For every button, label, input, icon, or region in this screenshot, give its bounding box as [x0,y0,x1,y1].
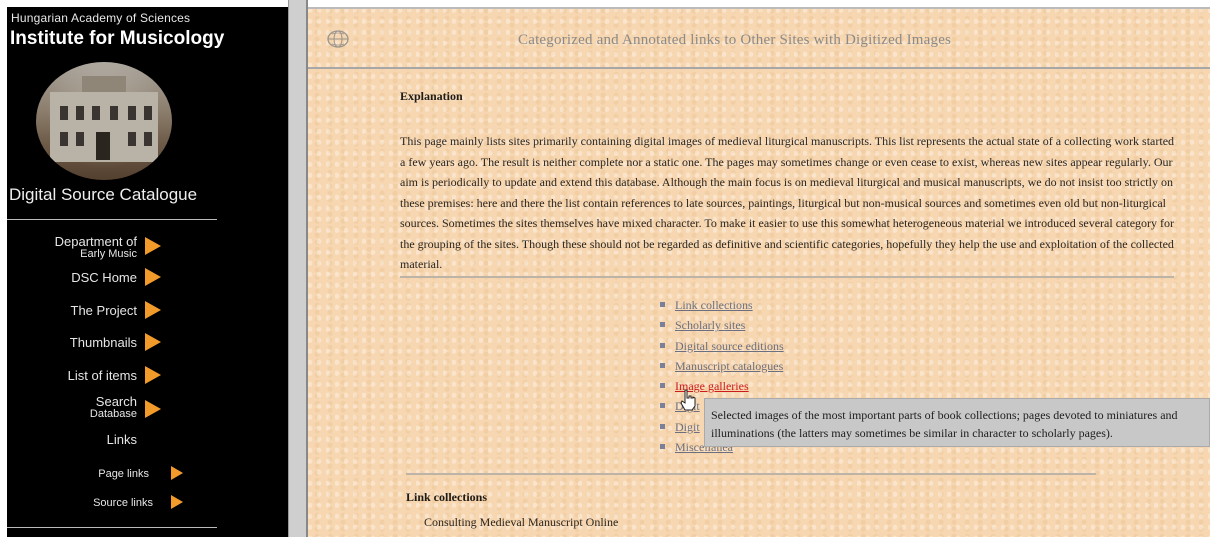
category-link-collections[interactable]: Link collections [675,298,753,312]
arrow-right-icon[interactable] [145,400,161,418]
square-bullet-icon [660,342,665,348]
nav-label: Search [95,394,137,409]
page-title: Categorized and Annotated links to Other… [518,32,952,48]
catalogue-title: Digital Source Catalogue [9,185,198,204]
nav-thumbnails-link[interactable]: Thumbnails [7,336,137,349]
sidebar-divider [7,219,217,220]
institute-building-image [36,62,172,180]
nav-project-link[interactable]: The Project [7,304,137,317]
arrow-right-icon[interactable] [171,466,183,480]
nav-links-current: Links [106,432,137,447]
link-collections-heading: Link collections [406,490,488,504]
nav-search-database-link[interactable]: Search Database [7,394,137,420]
arrow-right-icon[interactable] [171,495,183,509]
list-item: Link collections [660,296,784,316]
academy-name: Hungarian Academy of Sciences [11,11,191,25]
nav-page-links-link[interactable]: Page links [7,468,149,480]
link-collections-item[interactable]: Consulting Medieval Manuscript Online [424,515,618,530]
arrow-right-icon[interactable] [145,237,161,255]
list-item: Digital source editions [660,337,784,357]
category-digit-2[interactable]: Digit [675,420,700,434]
square-bullet-icon [660,383,665,389]
square-bullet-icon [660,423,665,429]
category-scholarly-sites[interactable]: Scholarly sites [675,318,745,332]
sidebar: Hungarian Academy of Sciences Institute … [7,7,288,537]
list-item: Scholarly sites [660,316,784,336]
nav-label: Department of [54,234,137,249]
arrow-right-icon[interactable] [145,333,161,351]
globe-icon [327,30,349,48]
square-bullet-icon [660,322,665,328]
square-bullet-icon [660,444,665,450]
nav-source-links-link[interactable]: Source links [7,497,153,509]
frame-separator[interactable] [288,0,308,537]
institute-name: Institute for Musicology [10,28,225,49]
nav-dsc-home-link[interactable]: DSC Home [7,271,137,284]
square-bullet-icon [660,302,665,307]
hand-cursor-icon [680,389,696,411]
explanation-text: This page mainly lists sites primarily c… [400,134,1175,271]
arrow-right-icon[interactable] [145,366,161,384]
category-manuscript-catalogues[interactable]: Manuscript catalogues [675,359,783,373]
nav-label: Database [89,408,137,420]
main-content: Categorized and Annotated links to Other… [308,7,1210,537]
arrow-right-icon[interactable] [145,301,161,319]
sidebar-divider [7,527,217,528]
explanation-heading: Explanation [400,89,463,103]
section-divider [406,473,1096,475]
category-digital-source-editions[interactable]: Digital source editions [675,339,784,353]
section-divider [400,276,1174,278]
tooltip: Selected images of the most important pa… [704,398,1210,447]
arrow-right-icon[interactable] [145,268,161,286]
top-rule [308,7,1210,9]
square-bullet-icon [660,403,665,409]
square-bullet-icon [660,362,665,368]
header-rule [308,67,1210,69]
nav-department-link[interactable]: Department of Early Music [7,234,137,260]
nav-label: Early Music [80,248,137,260]
list-item: Manuscript catalogues [660,357,784,377]
nav-list-of-items-link[interactable]: List of items [7,369,137,382]
